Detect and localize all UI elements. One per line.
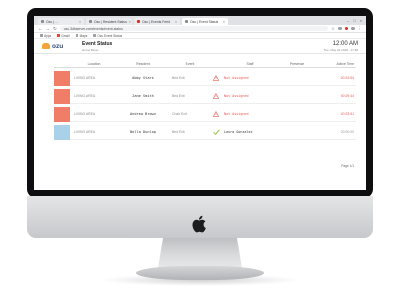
bookmark-star-icon[interactable]: ☆	[331, 26, 335, 32]
column-header-event: Event	[185, 62, 195, 66]
browser-tab[interactable]: Ozu | Events Feed ×	[134, 18, 180, 25]
browser-menu-icon[interactable]: ⋮	[358, 26, 363, 32]
pagination[interactable]: Page 1/1	[341, 164, 354, 168]
column-header-staff: Staff	[246, 62, 254, 66]
favicon-icon	[89, 20, 92, 23]
column-header-presence: Presence	[289, 62, 305, 66]
browser-tab[interactable]: Ozu | Resident Status ×	[86, 18, 132, 25]
close-tab-icon[interactable]: ×	[129, 20, 131, 24]
page-title: Event Status	[82, 40, 113, 47]
event-cell: Bed Exit	[172, 130, 185, 134]
location-cell: LIVING AREA	[74, 112, 96, 116]
app-logo[interactable]: ozu	[42, 43, 76, 50]
gmail-icon	[57, 34, 60, 37]
table-row[interactable]: LIVING AREA Jane Smith Bed Exit Not Assi…	[54, 88, 356, 104]
tab-label: Ozu | ...	[46, 19, 58, 24]
page-subtitle: Home Menu	[82, 47, 99, 52]
warning-triangle-icon	[208, 75, 224, 81]
table-row[interactable]: LIVING AREA Abby Stars Bed Exit Not Assi…	[54, 70, 356, 86]
column-header-location: Location	[87, 62, 101, 66]
title-block: Event Status Home Menu	[82, 41, 112, 52]
close-window-icon[interactable]: ×	[360, 18, 362, 23]
table-row[interactable]: LIVING AREA Bella Dunlop Bed Exit Laura …	[54, 124, 356, 140]
app-header: ozu Event Status Home Menu 12:00 AM Tue,…	[34, 39, 366, 54]
table-row[interactable]: LIVING AREA Andrew Brown Chair Exit Not …	[54, 106, 356, 122]
status-color-swatch	[54, 124, 70, 140]
logo-text: ozu	[52, 42, 64, 50]
staff-cell: Laura Gonzalez	[224, 130, 253, 134]
status-color-swatch	[54, 88, 70, 104]
extension-icon[interactable]	[351, 26, 355, 31]
screen: Ozu | ... × Ozu | Resident Status × Ozu …	[34, 16, 366, 190]
event-cell: Bed Exit	[172, 94, 185, 98]
date: Tue, May 22 2018 - 17:38	[323, 47, 358, 52]
minimize-icon[interactable]: –	[347, 18, 349, 23]
forward-arrow-icon[interactable]: →	[46, 26, 51, 31]
active-time-cell: 00:23:51	[340, 112, 354, 116]
resident-name: Jane Smith	[132, 94, 154, 98]
close-tab-icon[interactable]: ×	[175, 20, 177, 24]
maps-icon	[75, 34, 79, 37]
reload-icon[interactable]: ↻	[53, 26, 57, 32]
tab-label: Ozu | Event Status	[190, 19, 219, 24]
monitor-stand-neck	[158, 238, 242, 268]
monitor-chin	[27, 196, 373, 238]
browser-tab-bar: Ozu | ... × Ozu | Resident Status × Ozu …	[34, 16, 366, 25]
browser-toolbar: ← → ↻ ozu.3dbserver.com/events/event-sta…	[34, 25, 366, 33]
column-header-active-time: Active Time	[336, 62, 354, 66]
table-header: Location Resident Event Staff Presence A…	[54, 61, 356, 68]
staff-cell: Not Assigned	[224, 94, 249, 98]
warning-triangle-icon	[208, 93, 224, 99]
staff-cell: Not Assigned	[224, 112, 249, 116]
clock-block: 12:00 AM Tue, May 22 2018 - 17:38	[324, 41, 358, 52]
address-bar[interactable]: ozu.3dbserver.com/events/event-status	[59, 25, 328, 32]
resident-name: Abby Stars	[132, 76, 154, 80]
clock: 12:00 AM	[332, 40, 358, 47]
status-color-swatch	[54, 70, 70, 86]
favicon-icon	[185, 20, 188, 23]
bookmark-item[interactable]: Gmail	[57, 34, 70, 38]
staff-cell: Not Assigned	[224, 76, 249, 80]
resident-name: Andrew Brown	[130, 112, 156, 116]
browser-tab-active[interactable]: Ozu | Event Status ×	[182, 18, 228, 25]
window-controls: – □ ×	[347, 18, 366, 23]
extension-icon[interactable]	[338, 26, 342, 31]
close-tab-icon[interactable]: ×	[79, 20, 81, 24]
bookmark-item[interactable]: Apps	[40, 34, 51, 38]
url-text: ozu.3dbserver.com/events/event-status	[63, 26, 123, 31]
location-cell: LIVING AREA	[74, 130, 96, 134]
monitor-stand-foot	[136, 266, 264, 280]
active-time-cell: 00:29:44	[340, 94, 354, 98]
apple-logo-icon	[192, 215, 206, 233]
folder-icon	[93, 34, 96, 37]
maximize-icon[interactable]: □	[353, 18, 355, 23]
browser-tab[interactable]: Ozu | ... ×	[38, 18, 84, 25]
event-cell: Bed Exit	[172, 76, 185, 80]
bookmark-item[interactable]: Maps	[75, 34, 87, 38]
favicon-icon	[41, 20, 44, 23]
location-cell: LIVING AREA	[74, 94, 96, 98]
extension-icon[interactable]	[344, 26, 348, 31]
active-time-cell: 00:00:00	[340, 130, 354, 134]
apps-icon	[40, 34, 43, 37]
column-header-resident: Resident	[136, 62, 150, 66]
bookmark-item[interactable]: Ozu Event Status	[93, 34, 122, 38]
logo-mark-icon	[42, 43, 50, 49]
event-cell: Chair Exit	[172, 112, 187, 116]
event-status-table: Location Resident Event Staff Presence A…	[54, 61, 356, 140]
tab-label: Ozu | Resident Status	[94, 19, 127, 24]
active-time-cell: 00:31:54	[340, 76, 354, 80]
favicon-icon	[137, 20, 140, 23]
location-cell: LIVING AREA	[74, 76, 96, 80]
back-arrow-icon[interactable]: ←	[38, 26, 43, 31]
status-color-swatch	[54, 106, 70, 122]
checkmark-icon	[208, 129, 224, 135]
resident-name: Bella Dunlop	[130, 130, 156, 134]
warning-triangle-icon	[208, 111, 224, 117]
tab-label: Ozu | Events Feed	[142, 19, 171, 24]
close-tab-icon[interactable]: ×	[223, 20, 225, 24]
